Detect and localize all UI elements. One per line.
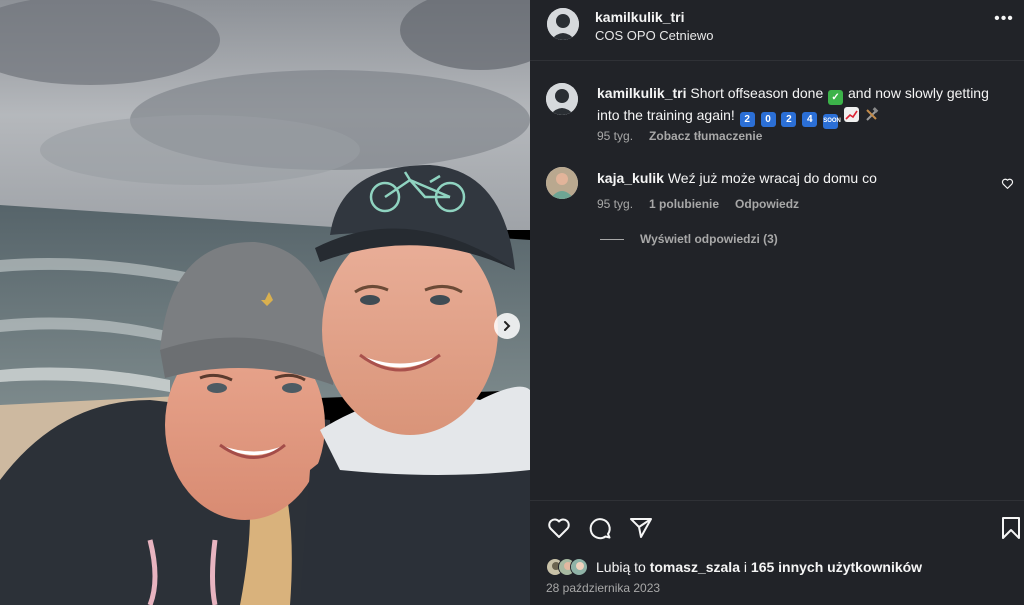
caption-text: kamilkulik_tri Short offseason done ✓ an… [597,83,997,129]
caption-avatar[interactable] [546,83,578,115]
hammer-and-wrench-icon [864,107,879,122]
keycap-digit-icon: 4 [802,112,818,127]
likes-prefix: Lubią to [596,559,646,575]
likes-text: Lubią to tomasz_szala i 165 innych użytk… [596,559,922,575]
like-button[interactable] [546,515,572,541]
comment-body: Weź już może wracaj do domu co [667,170,877,186]
bookmark-icon [1002,517,1020,539]
commenter-avatar[interactable] [546,167,578,199]
comment-button[interactable] [587,515,613,541]
likes-summary: Lubią to tomasz_szala i 165 innych użytk… [546,557,922,577]
keycap-digit-icon: 0 [760,112,776,127]
post-location[interactable]: COS OPO Cetniewo [595,28,714,43]
post-date[interactable]: 28 października 2023 [546,581,660,595]
check-mark-icon: ✓ [828,90,844,105]
divider [530,60,1024,61]
see-translation-link[interactable]: Zobacz tłumaczenie [649,129,762,143]
liker-avatar [570,558,588,576]
heart-icon [548,518,570,538]
avatar-image [547,8,579,40]
author-username[interactable]: kamilkulik_tri [595,9,685,25]
comment-age: 95 tyg. [597,197,634,211]
post-actions [530,512,1024,544]
comment-text: kaja_kulik Weź już może wracaj do domu c… [597,168,997,189]
comment-icon [589,518,611,540]
post-details-panel: kamilkulik_tri COS OPO Cetniewo ••• kami… [530,0,1024,605]
more-options-button[interactable]: ••• [994,11,1014,32]
author-avatar[interactable] [547,8,579,40]
share-icon [630,518,652,538]
keycap-digit-icon: 2 [781,112,797,127]
comment-meta: 95 tyg. 1 polubienie Odpowiedz [597,197,799,211]
liker-username[interactable]: tomasz_szala [650,559,740,575]
view-replies-label: Wyświetl odpowiedzi (3) [640,232,778,246]
save-button[interactable] [998,515,1024,541]
comment-likes-link[interactable]: 1 polubienie [649,197,719,211]
view-replies-button[interactable]: Wyświetl odpowiedzi (3) [600,232,778,246]
likes-count-link[interactable]: 165 innych użytkowników [751,559,922,575]
avatar-image [546,83,578,115]
heart-icon[interactable] [1001,177,1014,190]
keycap-digit-icon: 2 [739,112,755,127]
next-photo-button[interactable] [494,313,520,339]
soon-arrow-icon: SOON [823,114,841,129]
divider [530,500,1024,501]
comment-username[interactable]: kaja_kulik [597,170,664,186]
selfie-photo [0,0,530,605]
chart-increasing-icon [844,107,860,122]
share-button[interactable] [628,515,654,541]
reply-button[interactable]: Odpowiedz [735,197,799,211]
caption-age: 95 tyg. [597,129,634,143]
caption-text-part: Short offseason done [690,85,824,101]
post-photo[interactable] [0,0,530,605]
replies-line [600,238,624,240]
avatar-image [546,167,578,199]
caption-meta: 95 tyg. Zobacz tłumaczenie [597,129,762,143]
likes-connector: i [743,559,748,575]
post-header: kamilkulik_tri COS OPO Cetniewo ••• [530,0,1024,60]
caption-username[interactable]: kamilkulik_tri [597,85,687,101]
chevron-right-icon [504,321,511,331]
